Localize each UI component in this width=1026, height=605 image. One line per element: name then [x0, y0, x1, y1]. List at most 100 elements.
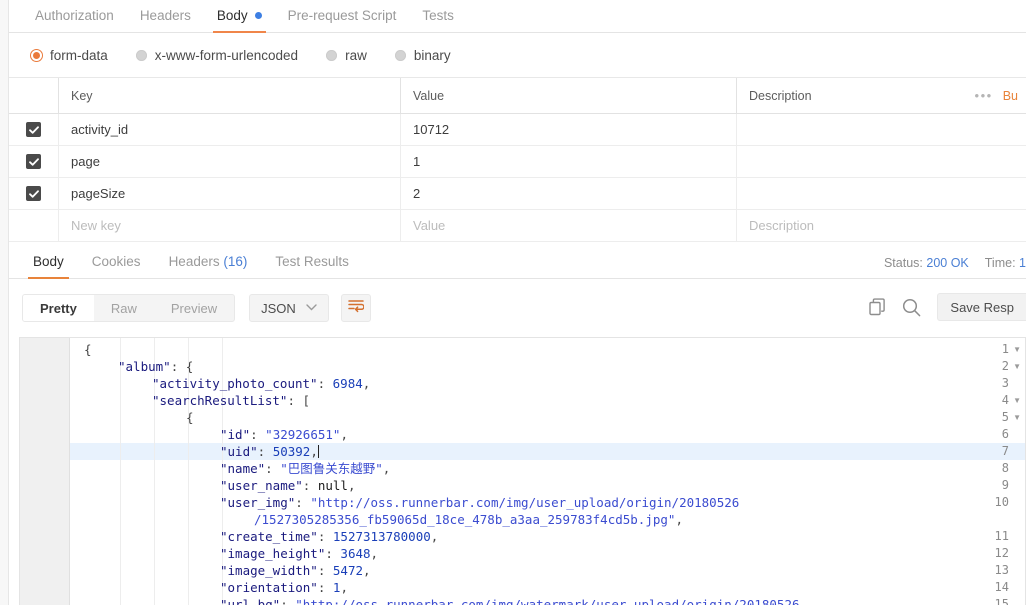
header-key-cell: Key: [59, 78, 401, 113]
body-type-form-data[interactable]: form-data: [31, 48, 108, 63]
code-line: "id": "32926651",: [220, 426, 348, 443]
bulk-edit-link[interactable]: Bu: [997, 89, 1018, 103]
request-tab-body[interactable]: Body: [204, 8, 275, 32]
row-value-value: 2: [413, 186, 420, 201]
language-select[interactable]: JSON: [249, 294, 329, 322]
response-tab-body[interactable]: Body: [19, 254, 78, 278]
response-tab-label: Test Results: [275, 254, 349, 269]
response-tab-headers[interactable]: Headers (16): [155, 254, 262, 278]
response-tab-cookies[interactable]: Cookies: [78, 254, 155, 278]
response-viewer-toolbar: Pretty Raw Preview JSON: [9, 279, 1026, 337]
row-key-value: pageSize: [71, 186, 125, 201]
body-type-raw[interactable]: raw: [326, 48, 367, 63]
status-label: Status:: [884, 256, 923, 270]
row-value-value: 10712: [413, 122, 449, 137]
row-value-cell[interactable]: 2: [401, 178, 737, 209]
more-options-icon[interactable]: •••: [971, 88, 997, 103]
new-row-key-cell[interactable]: New key: [59, 210, 401, 241]
time-badge: Time: 1: [985, 256, 1026, 270]
body-type-radio-group: form-data x-www-form-urlencoded raw bina…: [9, 33, 1026, 78]
response-tab-test-results[interactable]: Test Results: [261, 254, 363, 278]
row-description-cell[interactable]: [737, 146, 1026, 177]
table-row[interactable]: page 1: [9, 146, 1026, 178]
word-wrap-button[interactable]: [341, 294, 371, 322]
row-checkbox-cell: [9, 178, 59, 209]
request-tab-label: Body: [217, 8, 248, 23]
save-response-button[interactable]: Save Resp: [937, 293, 1026, 321]
view-mode-segmented-control: Pretty Raw Preview: [22, 294, 235, 322]
table-row[interactable]: pageSize 2: [9, 178, 1026, 210]
row-key-cell[interactable]: page: [59, 146, 401, 177]
column-header-key: Key: [71, 89, 93, 103]
postman-request-response-panel: Authorization Headers Body Pre-request S…: [0, 0, 1026, 605]
request-tab-label: Tests: [422, 8, 454, 23]
row-checkbox[interactable]: [26, 122, 41, 137]
search-icon[interactable]: [902, 298, 921, 317]
response-tab-label: Body: [33, 254, 64, 269]
copy-icon[interactable]: [869, 298, 886, 316]
word-wrap-icon: [348, 299, 364, 318]
response-body-code-viewer[interactable]: 1▼2▼34▼5▼6789101112131415 {"album": {"ac…: [19, 337, 1026, 605]
time-value: 1: [1019, 256, 1026, 270]
body-type-binary[interactable]: binary: [395, 48, 451, 63]
line-number-gutter: [20, 338, 70, 605]
table-new-row[interactable]: New key Value Description: [9, 210, 1026, 242]
response-tab-bar: Body Cookies Headers (16) Test Results S…: [9, 243, 1026, 279]
unsaved-indicator-dot: [255, 12, 262, 19]
request-tab-authorization[interactable]: Authorization: [22, 8, 127, 32]
column-header-description: Description: [749, 89, 812, 103]
code-line: /1527305285356_fb59065d_18ce_478b_a3aa_2…: [254, 511, 683, 528]
code-line: "image_width": 5472,: [220, 562, 371, 579]
response-tab-count: (16): [223, 254, 247, 269]
request-tab-headers[interactable]: Headers: [127, 8, 204, 32]
row-key-cell[interactable]: pageSize: [59, 178, 401, 209]
new-value-placeholder: Value: [413, 218, 445, 233]
radio-icon: [136, 50, 147, 61]
table-row[interactable]: activity_id 10712: [9, 114, 1026, 146]
code-line: "activity_photo_count": 6984,: [152, 375, 370, 392]
code-line: "url_bq": "http://oss.runnerbar.com/img/…: [220, 596, 800, 605]
radio-icon: [31, 50, 42, 61]
request-tab-label: Headers: [140, 8, 191, 23]
view-mode-pretty[interactable]: Pretty: [23, 295, 94, 321]
response-meta: Status: 200 OK Time: 1: [884, 256, 1026, 270]
code-line: "uid": 50392,: [220, 443, 319, 460]
row-description-cell[interactable]: [737, 178, 1026, 209]
language-select-value: JSON: [261, 301, 296, 316]
request-tab-pre-request-script[interactable]: Pre-request Script: [275, 8, 410, 32]
view-mode-label: Preview: [171, 301, 217, 316]
form-data-table: Key Value Description ••• Bu activity_id…: [9, 78, 1026, 243]
request-tab-tests[interactable]: Tests: [409, 8, 467, 32]
row-checkbox[interactable]: [26, 154, 41, 169]
body-type-label: raw: [345, 48, 367, 63]
header-value-cell: Value: [401, 78, 737, 113]
new-row-value-cell[interactable]: Value: [401, 210, 737, 241]
code-line: {: [186, 409, 194, 426]
body-type-label: x-www-form-urlencoded: [155, 48, 298, 63]
view-mode-raw[interactable]: Raw: [94, 295, 154, 321]
view-mode-label: Raw: [111, 301, 137, 316]
code-line: "create_time": 1527313780000,: [220, 528, 438, 545]
status-badge: Status: 200 OK: [884, 256, 969, 270]
header-checkbox-cell: [9, 78, 59, 113]
code-line: "name": "巴图鲁关东越野",: [220, 460, 390, 477]
view-mode-preview[interactable]: Preview: [154, 295, 234, 321]
new-row-description-cell[interactable]: Description: [737, 210, 1026, 241]
row-checkbox-cell: [9, 114, 59, 145]
row-checkbox-cell: [9, 146, 59, 177]
body-type-x-www-form-urlencoded[interactable]: x-www-form-urlencoded: [136, 48, 298, 63]
row-checkbox[interactable]: [26, 186, 41, 201]
row-value-cell[interactable]: 1: [401, 146, 737, 177]
row-key-cell[interactable]: activity_id: [59, 114, 401, 145]
row-value-cell[interactable]: 10712: [401, 114, 737, 145]
code-text-area[interactable]: {"album": {"activity_photo_count": 6984,…: [70, 338, 1025, 605]
chevron-down-icon: [306, 302, 317, 314]
left-rail: [0, 0, 9, 605]
code-line: "image_height": 3648,: [220, 545, 378, 562]
time-label: Time:: [985, 256, 1016, 270]
row-key-value: page: [71, 154, 100, 169]
new-row-checkbox-cell: [9, 210, 59, 241]
request-tab-label: Pre-request Script: [288, 8, 397, 23]
row-description-cell[interactable]: [737, 114, 1026, 145]
radio-icon: [395, 50, 406, 61]
